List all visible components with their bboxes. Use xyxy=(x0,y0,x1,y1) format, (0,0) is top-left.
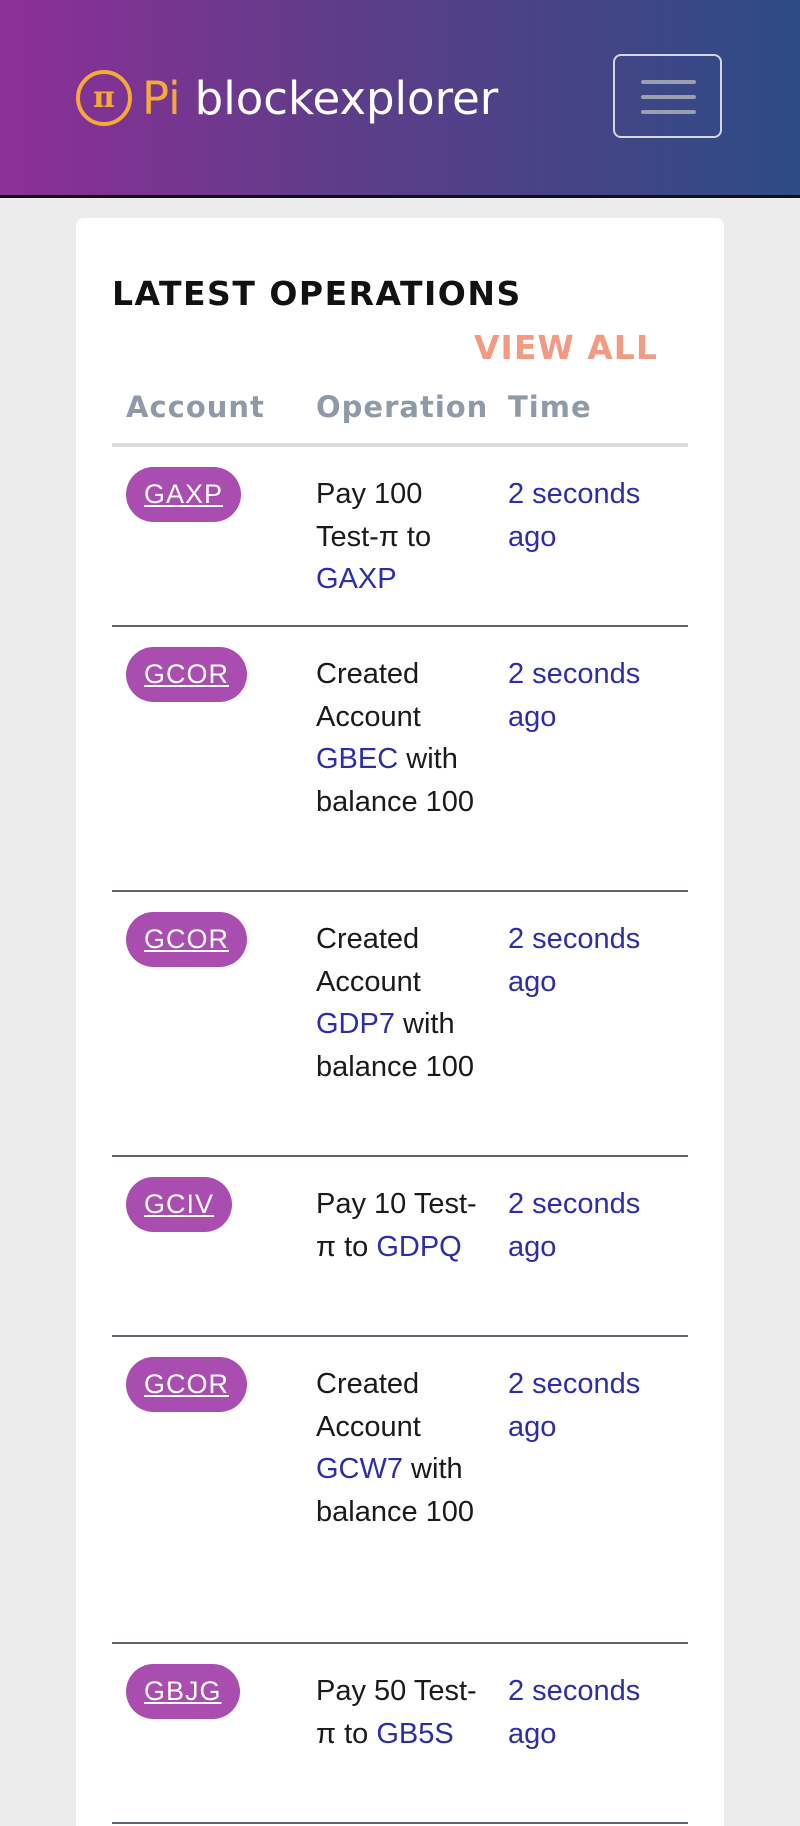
column-header-account: Account xyxy=(126,390,265,424)
operation-time-link[interactable]: 2 seconds ago xyxy=(508,1670,678,1755)
table-row: GCIV Pay 10 Test-π to GDPQ 2 seconds ago xyxy=(112,1157,688,1337)
operation-description: Created Account GBEC with balance 100 xyxy=(316,653,486,823)
operation-time-link[interactable]: 2 seconds ago xyxy=(508,473,678,558)
logo-brand-text: blockexplorer xyxy=(194,71,499,125)
table-row: GCOR Created Account GDP7 with balance 10… xyxy=(112,892,688,1157)
operation-description: Created Account GDP7 with balance 100 xyxy=(316,918,486,1088)
account-badge[interactable]: GAXP xyxy=(126,467,242,522)
top-navbar: π Pi blockexplorer xyxy=(0,0,800,198)
table-row: GAXP Pay 100 Test-π to GAXP 2 seconds ago xyxy=(112,447,688,627)
operation-description: Pay 100 Test-π to GAXP xyxy=(316,473,486,601)
table-row: GCOR Created Account GBEC with balance 10… xyxy=(112,627,688,892)
operation-description: Pay 10 Test-π to GDPQ xyxy=(316,1183,486,1268)
target-account-link[interactable]: GB5S xyxy=(376,1718,453,1750)
operation-text: Created Account xyxy=(316,658,421,733)
operation-description: Pay 50 Test-π to GB5S xyxy=(316,1670,486,1755)
operation-time-link[interactable]: 2 seconds ago xyxy=(508,1183,678,1268)
menu-bar-icon xyxy=(641,80,696,84)
view-all-link[interactable]: VIEW ALL xyxy=(474,328,658,367)
site-logo[interactable]: π Pi blockexplorer xyxy=(76,68,498,128)
account-badge[interactable]: GCIV xyxy=(126,1177,233,1232)
row-divider xyxy=(112,1822,688,1824)
account-badge[interactable]: GCOR xyxy=(126,912,247,967)
logo-pi-text: Pi xyxy=(142,71,181,125)
operation-text: Created Account xyxy=(316,923,421,998)
operation-text: Created Account xyxy=(316,1368,421,1443)
account-badge[interactable]: GCOR xyxy=(126,1357,247,1412)
operation-time-link[interactable]: 2 seconds ago xyxy=(508,1363,678,1448)
table-row: GBJG Pay 50 Test-π to GB5S 2 seconds ago xyxy=(112,1644,688,1824)
target-account-link[interactable]: GCW7 xyxy=(316,1453,403,1485)
target-account-link[interactable]: GAXP xyxy=(316,563,397,595)
operation-text: Pay 100 Test-π to xyxy=(316,478,432,553)
pi-coin-icon: π xyxy=(76,70,132,126)
operation-time-link[interactable]: 2 seconds ago xyxy=(508,918,678,1003)
target-account-link[interactable]: GDP7 xyxy=(316,1008,395,1040)
target-account-link[interactable]: GBEC xyxy=(316,743,398,775)
target-account-link[interactable]: GDPQ xyxy=(376,1231,461,1263)
operation-time-link[interactable]: 2 seconds ago xyxy=(508,653,678,738)
menu-bar-icon xyxy=(641,95,696,99)
account-badge[interactable]: GCOR xyxy=(126,647,247,702)
latest-operations-card: LATEST OPERATIONS VIEW ALL Account Opera… xyxy=(76,218,724,1826)
operation-description: Created Account GCW7 with balance 100 xyxy=(316,1363,486,1533)
card-title: LATEST OPERATIONS xyxy=(112,274,522,313)
column-header-operation: Operation xyxy=(316,390,489,424)
menu-bar-icon xyxy=(641,110,696,114)
column-header-time: Time xyxy=(508,390,592,424)
hamburger-menu-button[interactable] xyxy=(613,54,722,138)
account-badge[interactable]: GBJG xyxy=(126,1664,240,1719)
table-row: GCOR Created Account GCW7 with balance 10… xyxy=(112,1337,688,1644)
